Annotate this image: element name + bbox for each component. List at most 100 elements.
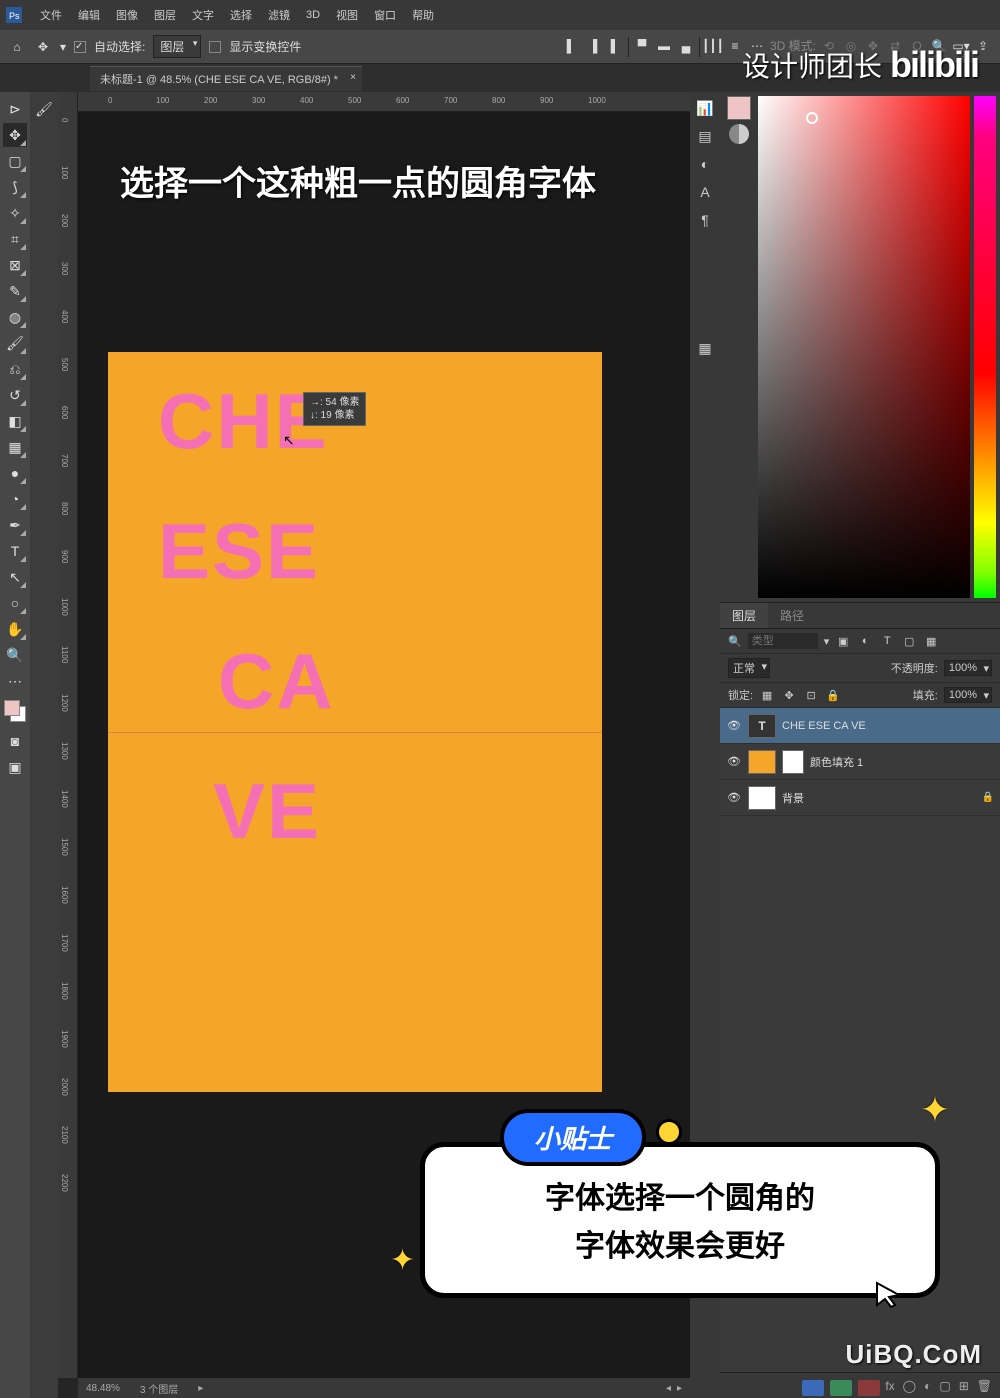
menu-image[interactable]: 图像 bbox=[108, 7, 146, 23]
nav-next-icon[interactable]: ▸ bbox=[677, 1383, 682, 1394]
layer-mask-thumb[interactable] bbox=[782, 750, 804, 774]
menu-filter[interactable]: 滤镜 bbox=[260, 7, 298, 23]
character-icon[interactable]: A bbox=[695, 182, 715, 202]
align-middle-icon[interactable]: ▬ bbox=[655, 37, 673, 55]
quick-mask-icon[interactable]: ◙ bbox=[3, 729, 27, 753]
text-line-4[interactable]: VE bbox=[213, 772, 321, 850]
auto-select-dropdown[interactable]: 图层 bbox=[153, 35, 201, 58]
artboard[interactable]: CHE ESE CA VE →: 54 像素 ↓: 19 像素 ↖ bbox=[108, 352, 602, 1092]
menu-select[interactable]: 选择 bbox=[222, 7, 260, 23]
type-tool[interactable]: T bbox=[3, 539, 27, 563]
ruler-horizontal[interactable]: 0 100 200 300 400 500 600 700 800 900 10… bbox=[78, 92, 690, 112]
align-center-h-icon[interactable]: ▐ bbox=[584, 37, 602, 55]
guide-line[interactable] bbox=[108, 732, 602, 733]
edit-toolbar-icon[interactable]: ⋯ bbox=[3, 669, 27, 693]
tab-layers[interactable]: 图层 bbox=[720, 603, 768, 628]
marquee-tool[interactable]: ▢ bbox=[3, 149, 27, 173]
color-picker-cursor[interactable] bbox=[806, 112, 818, 124]
document-tab[interactable]: 未标题-1 @ 48.5% (CHE ESE CA VE, RGB/8#) * … bbox=[90, 66, 362, 91]
hue-slider[interactable] bbox=[974, 96, 996, 598]
filter-pixel-icon[interactable]: ▣ bbox=[835, 633, 851, 649]
menu-view[interactable]: 视图 bbox=[328, 7, 366, 23]
current-color-swatch[interactable] bbox=[727, 96, 751, 120]
path-select-tool[interactable]: ↖ bbox=[3, 565, 27, 589]
text-line-3[interactable]: CA bbox=[218, 642, 335, 720]
screen-mode-icon[interactable]: ▣ bbox=[3, 755, 27, 779]
lasso-tool[interactable]: ⟆ bbox=[3, 175, 27, 199]
properties-icon[interactable]: ▤ bbox=[695, 126, 715, 146]
eraser-tool[interactable]: ◧ bbox=[3, 409, 27, 433]
ruler-vertical[interactable]: 0 100 200 300 400 500 600 700 800 900 10… bbox=[58, 92, 78, 1378]
layer-row[interactable]: 👁 背景 🔒 bbox=[720, 780, 1000, 816]
lock-position-icon[interactable]: ✥ bbox=[781, 687, 797, 703]
layer-row[interactable]: 👁 T CHE ESE CA VE bbox=[720, 708, 1000, 744]
adjustment-icon[interactable]: ◐ bbox=[924, 1379, 931, 1393]
nav-prev-icon[interactable]: ◂ bbox=[666, 1383, 671, 1394]
pen-tool[interactable]: ✒ bbox=[3, 513, 27, 537]
history-brush-tool[interactable]: ↺ bbox=[3, 383, 27, 407]
brush-tool[interactable]: 🖌 bbox=[3, 331, 27, 355]
home-icon[interactable]: ⌂ bbox=[8, 38, 26, 56]
color-swatches[interactable] bbox=[4, 700, 26, 722]
tab-paths[interactable]: 路径 bbox=[768, 603, 816, 628]
shape-tool[interactable]: ○ bbox=[3, 591, 27, 615]
fill-value[interactable]: 100% bbox=[944, 687, 992, 703]
tab-close-icon[interactable]: × bbox=[350, 72, 356, 83]
filter-shape-icon[interactable]: ▢ bbox=[901, 633, 917, 649]
zoom-tool[interactable]: 🔍 bbox=[3, 643, 27, 667]
fx-icon[interactable]: fx bbox=[885, 1379, 894, 1393]
lock-artboard-icon[interactable]: ⊡ bbox=[803, 687, 819, 703]
layer-name[interactable]: CHE ESE CA VE bbox=[782, 720, 866, 732]
move-tool[interactable]: ✥ bbox=[3, 123, 27, 147]
visibility-icon[interactable]: 👁 bbox=[726, 719, 742, 732]
doc-info[interactable]: 3 个图层 bbox=[140, 1381, 178, 1396]
gradient-tool[interactable]: ▦ bbox=[3, 435, 27, 459]
filter-smart-icon[interactable]: ▦ bbox=[923, 633, 939, 649]
group-icon[interactable]: ▢ bbox=[939, 1379, 950, 1393]
tool-expand-icon[interactable]: ⊳ bbox=[3, 97, 27, 121]
layer-row[interactable]: 👁 颜色填充 1 bbox=[720, 744, 1000, 780]
layer-name[interactable]: 颜色填充 1 bbox=[810, 754, 863, 770]
move-icon[interactable]: ✥ bbox=[34, 38, 52, 56]
auto-select-checkbox[interactable] bbox=[74, 41, 86, 53]
align-left-icon[interactable]: ▌ bbox=[562, 37, 580, 55]
menu-help[interactable]: 帮助 bbox=[404, 7, 442, 23]
opacity-value[interactable]: 100% bbox=[944, 660, 992, 676]
filter-adjust-icon[interactable]: ◐ bbox=[857, 633, 873, 649]
text-line-2[interactable]: ESE bbox=[158, 512, 320, 590]
crop-tool[interactable]: ⌗ bbox=[3, 227, 27, 251]
distribute-h-icon[interactable]: ┃┃┃ bbox=[704, 37, 722, 55]
blend-mode-dropdown[interactable]: 正常 bbox=[728, 658, 770, 678]
new-layer-icon[interactable]: ⊞ bbox=[959, 1379, 969, 1393]
adjustments-icon[interactable]: ◐ bbox=[695, 154, 715, 174]
color-field[interactable] bbox=[758, 96, 970, 598]
filter-type-icon[interactable]: T bbox=[879, 633, 895, 649]
menu-3d[interactable]: 3D bbox=[298, 9, 328, 21]
brush-preset-icon[interactable]: 🖌 bbox=[32, 97, 56, 121]
swatches-icon[interactable]: ▦ bbox=[695, 338, 715, 358]
blur-tool[interactable]: ● bbox=[3, 461, 27, 485]
eyedropper-tool[interactable]: ✎ bbox=[3, 279, 27, 303]
lock-all-icon[interactable]: 🔒 bbox=[825, 687, 841, 703]
foreground-swatch[interactable] bbox=[4, 700, 20, 716]
visibility-icon[interactable]: 👁 bbox=[726, 755, 742, 768]
align-right-icon[interactable]: ▌ bbox=[606, 37, 624, 55]
magic-wand-tool[interactable]: ✧ bbox=[3, 201, 27, 225]
menu-file[interactable]: 文件 bbox=[32, 7, 70, 23]
clone-stamp-tool[interactable]: ⎌ bbox=[3, 357, 27, 381]
show-transform-checkbox[interactable] bbox=[209, 41, 221, 53]
lock-pixels-icon[interactable]: ▦ bbox=[759, 687, 775, 703]
zoom-value[interactable]: 48.48% bbox=[86, 1383, 120, 1394]
dodge-tool[interactable]: ◔ bbox=[3, 487, 27, 511]
visibility-icon[interactable]: 👁 bbox=[726, 791, 742, 804]
mask-icon[interactable]: ◯ bbox=[903, 1379, 916, 1393]
menu-layer[interactable]: 图层 bbox=[146, 7, 184, 23]
align-top-icon[interactable]: ▀ bbox=[633, 37, 651, 55]
delete-icon[interactable]: 🗑 bbox=[977, 1379, 992, 1393]
color-mode-icon[interactable] bbox=[729, 124, 749, 144]
menu-window[interactable]: 窗口 bbox=[366, 7, 404, 23]
align-bottom-icon[interactable]: ▄ bbox=[677, 37, 695, 55]
lock-icon[interactable]: 🔒 bbox=[982, 792, 994, 803]
frame-tool[interactable]: ⊠ bbox=[3, 253, 27, 277]
spot-heal-tool[interactable]: ◍ bbox=[3, 305, 27, 329]
